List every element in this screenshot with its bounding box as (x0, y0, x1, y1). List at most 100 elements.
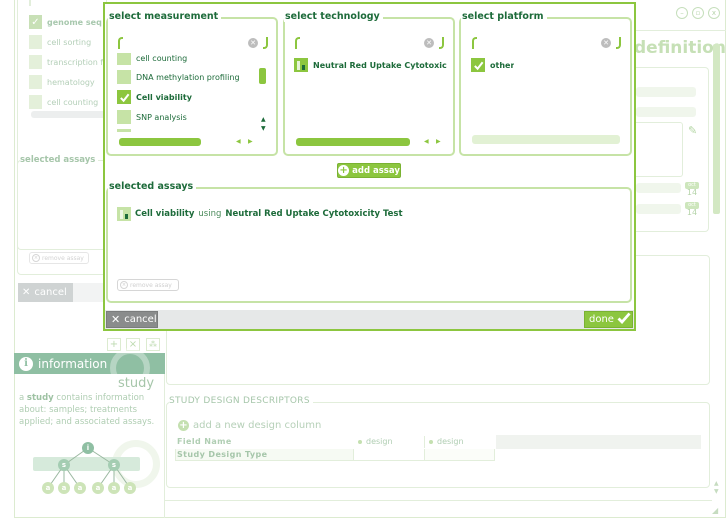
list-item[interactable]: DNA methylation profiling (117, 70, 240, 84)
close-icon: ✕ (22, 287, 31, 298)
bg-date-field[interactable] (636, 204, 681, 214)
bg-selected-assays-title: selected assays (20, 155, 99, 165)
column-header-design[interactable]: design (429, 437, 464, 447)
maximize-icon: ▫ (695, 9, 701, 17)
minimize-icon: – (680, 9, 684, 17)
bg-bracket (29, 0, 31, 6)
search-bracket-left (118, 37, 123, 49)
list-item[interactable]: SNP analysis (117, 110, 187, 124)
search-bracket-right (263, 37, 268, 49)
table-cell[interactable] (425, 449, 494, 460)
scroll-left-icon[interactable]: ◀ (424, 138, 429, 145)
assay-tube-icon (117, 207, 131, 221)
resize-grip-icon[interactable]: ◢ (712, 506, 722, 516)
bg-list-item[interactable]: ✓ genome seq (29, 15, 102, 29)
platform-search-input[interactable] (480, 37, 598, 50)
selected-assay-item[interactable]: Cell viability using Neutral Red Uptake … (117, 207, 403, 221)
bg-date-field[interactable] (636, 183, 681, 193)
platform-panel-title: select platform (461, 11, 547, 22)
checkbox-icon (29, 75, 42, 89)
tree-assay-node: a (124, 482, 136, 494)
checkbox-checked-icon: ✓ (29, 15, 42, 29)
maximize-button[interactable]: ▫ (692, 7, 704, 19)
checkbox-icon (117, 53, 131, 65)
clear-search-icon[interactable]: ✕ (424, 38, 434, 48)
list-item[interactable]: Neutral Red Uptake Cytotoxic (294, 58, 450, 72)
search-bracket-right (616, 37, 621, 49)
calendar-icon[interactable]: oct 14 (685, 182, 699, 197)
nodes-button[interactable]: ⁂ (146, 338, 160, 351)
tree-investigation-node: i (82, 442, 94, 454)
checkmark-icon (617, 312, 631, 327)
add-assay-button[interactable]: + add assay (337, 163, 401, 178)
technology-horizontal-scrollbar[interactable] (296, 138, 410, 146)
remove-icon: × (32, 254, 40, 262)
technology-panel-title: select technology (284, 11, 383, 22)
column-divider (424, 436, 425, 448)
bg-list-item[interactable]: cell sorting (29, 35, 91, 49)
measurement-horizontal-scrollbar[interactable] (119, 138, 201, 146)
scroll-right-icon[interactable]: ▶ (248, 138, 253, 145)
bg-footer-bar (73, 283, 105, 302)
tree-assay-node: a (108, 482, 120, 494)
remove-assay-button[interactable]: × remove assay (117, 279, 179, 291)
scroll-down-icon[interactable]: ▼ (261, 125, 266, 132)
search-bracket-right (439, 37, 444, 49)
bg-text-field[interactable] (636, 87, 696, 97)
bg-list-item[interactable]: transcription f (29, 55, 103, 69)
clear-search-icon[interactable]: ✕ (248, 38, 258, 48)
tree-study-node: s (58, 459, 70, 471)
bg-title-divider (636, 30, 726, 31)
info-icon: i (19, 356, 33, 371)
search-bracket-left (472, 37, 477, 49)
measurement-search-input[interactable] (126, 37, 244, 50)
information-subject: study (118, 376, 155, 391)
bg-horizontal-scrollbar[interactable] (31, 111, 106, 118)
checkbox-icon (117, 129, 131, 132)
measurement-list: cell counting DNA methylation profiling … (113, 53, 273, 132)
scroll-up-icon[interactable]: ▲ (261, 116, 266, 123)
list-item[interactable]: Cell viability (117, 90, 192, 104)
scroll-right-icon[interactable]: ▶ (436, 138, 441, 145)
bg-vertical-scrollbar[interactable] (713, 44, 720, 214)
tree-assay-node: a (74, 482, 86, 494)
clear-search-icon[interactable]: ✕ (601, 38, 611, 48)
bg-scroll-arrows[interactable]: ▲ ▼ (714, 480, 719, 496)
information-text: a study contains information about: samp… (19, 393, 155, 427)
bg-cancel-button[interactable]: ✕ cancel (18, 283, 73, 302)
bg-divider (165, 500, 712, 501)
list-item[interactable]: cell counting (117, 53, 187, 65)
platform-horizontal-scrollbar[interactable] (472, 135, 620, 144)
measurement-panel-title: select measurement (108, 11, 222, 22)
selected-assays-panel (106, 187, 632, 303)
bg-list-item[interactable]: hematology (29, 75, 95, 89)
list-item[interactable]: other (471, 58, 514, 72)
plus-circle-icon: + (338, 164, 350, 176)
technology-search-input[interactable] (303, 37, 421, 50)
add-design-column-button[interactable]: + add a new design column (178, 420, 321, 431)
checkbox-checked-icon (117, 90, 131, 104)
measurement-vertical-scrollbar[interactable] (259, 68, 266, 84)
checkbox-icon (29, 55, 42, 69)
done-button[interactable]: done (584, 311, 633, 328)
bg-list-item[interactable]: cell counting (29, 95, 98, 109)
bg-description-textarea[interactable] (636, 122, 683, 177)
pencil-icon[interactable]: ✎ (688, 124, 697, 137)
plus-icon: + (109, 339, 119, 350)
close-icon: x (711, 9, 717, 17)
scroll-left-icon[interactable]: ◀ (236, 138, 241, 145)
bg-remove-assay-button[interactable]: × remove assay (29, 252, 89, 264)
bg-text-field[interactable] (636, 107, 696, 117)
list-item[interactable]: metagenome sequencing (117, 129, 238, 132)
assay-tube-icon (294, 58, 308, 72)
add-button[interactable]: + (107, 338, 121, 351)
checkbox-icon (29, 95, 42, 109)
tree-assay-node: a (58, 482, 70, 494)
column-header-design[interactable]: design (358, 437, 393, 447)
checkbox-icon (29, 35, 42, 49)
window-close-button[interactable]: x (708, 7, 720, 19)
cancel-button[interactable]: ✕ cancel (106, 311, 158, 328)
table-cell[interactable] (354, 449, 424, 460)
minimize-button[interactable]: – (676, 7, 688, 19)
calendar-icon[interactable]: oct 14 (685, 202, 699, 217)
